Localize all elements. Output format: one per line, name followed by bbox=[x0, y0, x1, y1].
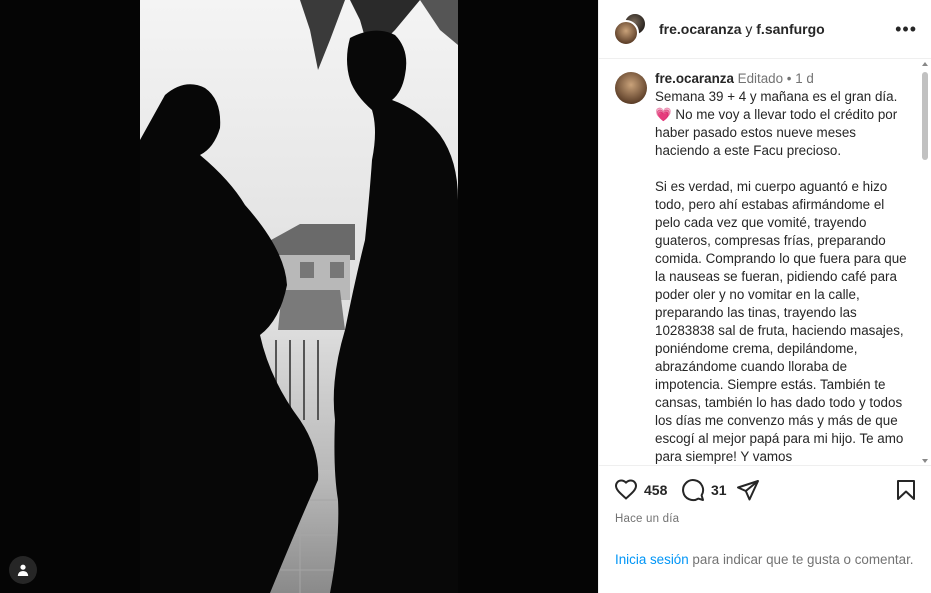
scrollbar-thumb[interactable] bbox=[922, 72, 928, 160]
caption-text: fre.ocaranza Editado • 1 d Semana 39 + 4… bbox=[655, 70, 910, 465]
save-button[interactable] bbox=[894, 478, 918, 502]
caption-body: Semana 39 + 4 y mañana es el gran día. 💗… bbox=[655, 89, 907, 464]
share-icon bbox=[737, 480, 759, 501]
like-button[interactable]: 458 bbox=[614, 478, 667, 502]
post-side-panel: fre.ocaranza y f.sanfurgo ••• fre.ocaran… bbox=[598, 0, 931, 593]
scroll-up-icon[interactable] bbox=[922, 62, 928, 66]
action-bar: 458 31 bbox=[599, 472, 931, 512]
avatar[interactable] bbox=[615, 72, 647, 104]
like-count: 458 bbox=[644, 482, 668, 498]
photo-silhouettes bbox=[0, 0, 598, 593]
author-link-2[interactable]: f.sanfurgo bbox=[756, 21, 824, 37]
more-options-icon[interactable]: ••• bbox=[895, 20, 917, 38]
author-link-1[interactable]: fre.ocaranza bbox=[659, 21, 741, 37]
share-button[interactable] bbox=[736, 478, 760, 502]
bookmark-icon bbox=[897, 480, 915, 500]
user-tag-icon bbox=[17, 564, 29, 576]
caption-username[interactable]: fre.ocaranza bbox=[655, 71, 734, 86]
caption-scrollbar[interactable] bbox=[920, 60, 930, 465]
post-photo bbox=[0, 0, 598, 593]
scroll-down-icon[interactable] bbox=[922, 459, 928, 463]
post-authors: fre.ocaranza y f.sanfurgo bbox=[659, 21, 825, 37]
comment-count: 31 bbox=[711, 482, 727, 498]
login-prompt: Inicia sesión para indicar que te gusta … bbox=[615, 551, 915, 569]
authors-joiner: y bbox=[745, 21, 753, 37]
caption-area: fre.ocaranza Editado • 1 d Semana 39 + 4… bbox=[599, 60, 931, 466]
login-link[interactable]: Inicia sesión bbox=[615, 552, 689, 567]
heart-icon bbox=[615, 479, 637, 500]
login-prompt-text: para indicar que te gusta o comentar. bbox=[688, 552, 914, 567]
post-time[interactable]: Hace un día bbox=[615, 513, 679, 525]
edited-label: Editado bbox=[737, 71, 784, 86]
user-tag-button[interactable] bbox=[9, 556, 37, 584]
avatar bbox=[613, 20, 639, 46]
collab-avatars[interactable] bbox=[613, 12, 647, 46]
meta-dot: • bbox=[786, 71, 792, 86]
post-age[interactable]: 1 d bbox=[795, 71, 814, 86]
post-header: fre.ocaranza y f.sanfurgo ••• bbox=[599, 0, 931, 59]
comment-button[interactable]: 31 bbox=[681, 478, 727, 502]
comment-icon bbox=[682, 479, 705, 502]
